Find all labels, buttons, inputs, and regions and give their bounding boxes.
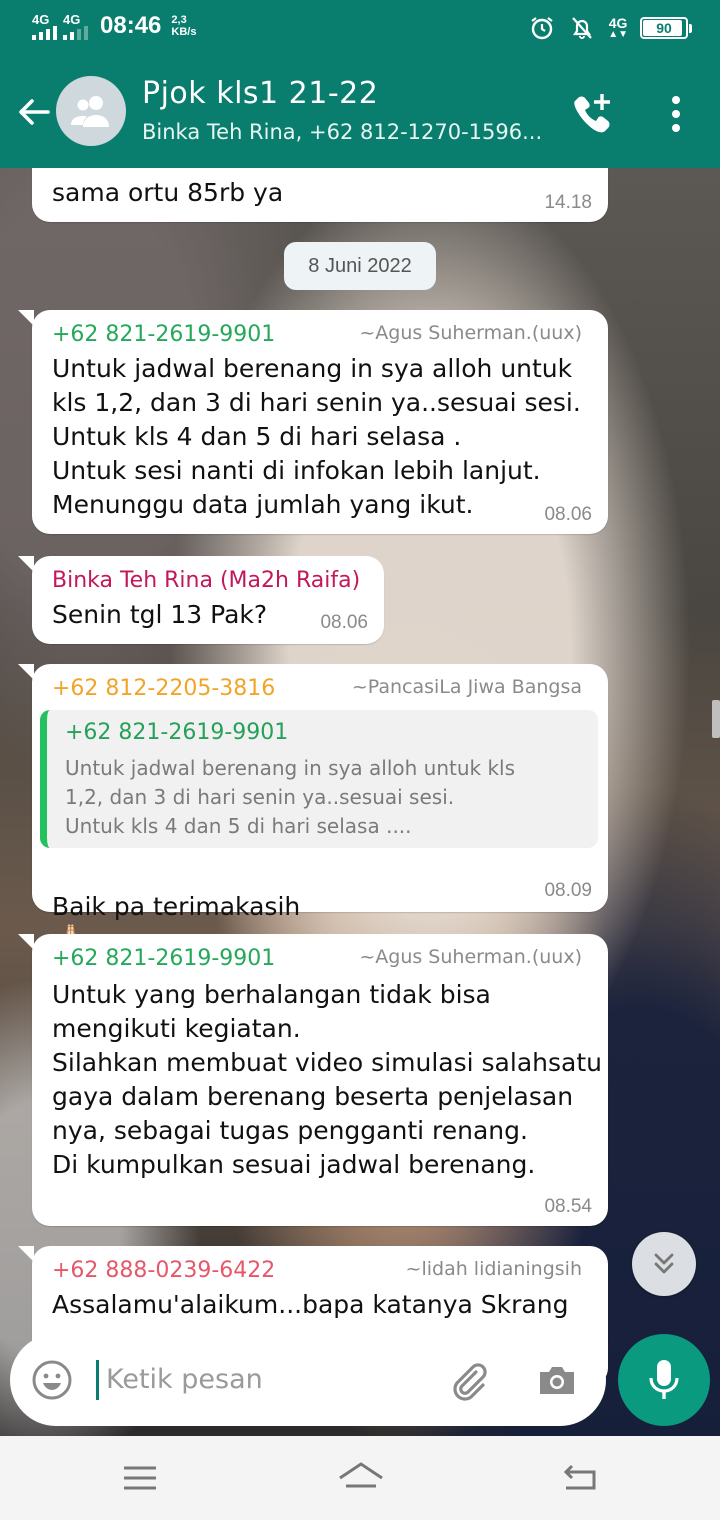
scroll-down-button[interactable] — [632, 1232, 696, 1296]
message-bubble[interactable]: +62 821-2619-9901 ~Agus Suherman.(uux) U… — [18, 934, 608, 1226]
alarm-icon — [528, 14, 556, 42]
message-time: 08.09 — [544, 880, 592, 901]
message-bubble[interactable]: +62 812-2205-3816 ~PancasiLa Jiwa Bangsa… — [18, 664, 608, 958]
microphone-button[interactable] — [618, 1334, 710, 1426]
chat-members[interactable]: Binka Teh Rina, +62 812-1270-1596... — [142, 120, 552, 144]
microphone-icon — [649, 1360, 679, 1399]
message-text: Assalamu'alaikum...bapa katanya Skrang — [52, 1290, 569, 1319]
quoted-message[interactable]: +62 821-2619-9901 Untuk jadwal berenang … — [40, 710, 598, 848]
message-text: sama ortu 85rb ya — [52, 178, 284, 207]
more-options-icon[interactable] — [660, 92, 692, 136]
chevron-double-down-icon — [654, 1253, 674, 1274]
scrollbar-thumb[interactable] — [712, 700, 720, 738]
lte-icon: 4G ▲▼ — [608, 15, 628, 40]
quoted-sender: +62 821-2619-9901 — [65, 720, 289, 745]
add-call-icon[interactable] — [568, 90, 616, 138]
group-avatar[interactable] — [56, 76, 126, 146]
message-text: Senin tgl 13 Pak? — [52, 600, 268, 629]
sender-alias: ~Agus Suherman.(uux) — [359, 322, 582, 344]
battery-level: 90 — [656, 20, 672, 36]
status-left: 4G 4G 08:46 2,3 KB/s — [32, 12, 196, 40]
home-icon[interactable] — [336, 1458, 383, 1498]
message-bubble[interactable]: +62 821-2619-9901 ~Agus Suherman.(uux) U… — [18, 310, 608, 534]
sender-name[interactable]: Binka Teh Rina (Ma2h Raifa) — [52, 568, 360, 593]
sender-alias: ~Agus Suherman.(uux) — [359, 946, 582, 968]
message-input[interactable]: Ketik pesan — [106, 1364, 263, 1395]
date-separator: 8 Juni 2022 — [284, 242, 436, 290]
status-bar: 4G 4G 08:46 2,3 KB/s 4G ▲▼ 90 — [0, 0, 720, 56]
sender-alias: ~lidah lidianingsih — [405, 1258, 582, 1280]
chat-title[interactable]: Pjok kls1 21-22 — [142, 76, 378, 111]
sim2-signal: 4G — [63, 13, 88, 40]
message-time: 14.18 — [544, 192, 592, 213]
system-nav-bar — [0, 1436, 720, 1520]
message-time: 08.06 — [544, 504, 592, 525]
emoji-icon[interactable] — [30, 1358, 74, 1402]
text-cursor — [96, 1360, 99, 1400]
message-bubble[interactable]: Binka Teh Rina (Ma2h Raifa) Senin tgl 13… — [18, 556, 384, 644]
sim1-signal: 4G — [32, 13, 57, 40]
quoted-text: Untuk jadwal berenang in sya alloh untuk… — [65, 756, 516, 838]
back-icon[interactable] — [558, 1458, 602, 1498]
menu-icon[interactable] — [118, 1458, 162, 1498]
app-header: 4G 4G 08:46 2,3 KB/s 4G ▲▼ 90 Pjok kls1 … — [0, 0, 720, 168]
sim2-label: 4G — [63, 11, 81, 27]
battery-icon: 90 — [640, 17, 692, 39]
sender-phone[interactable]: +62 888-0239-6422 — [52, 1258, 275, 1283]
sender-phone[interactable]: +62 821-2619-9901 — [52, 322, 275, 347]
message-time: 08.54 — [544, 1196, 592, 1217]
sim1-label: 4G — [32, 11, 50, 27]
sender-alias: ~PancasiLa Jiwa Bangsa — [351, 676, 582, 698]
status-right: 4G ▲▼ 90 — [528, 14, 692, 42]
chat-area[interactable]: sama ortu 85rb ya 14.18 8 Juni 2022 +62 … — [0, 168, 720, 1436]
back-arrow-icon[interactable] — [14, 92, 54, 132]
group-icon — [71, 96, 109, 127]
camera-icon[interactable] — [534, 1358, 580, 1404]
network-speed: 2,3 KB/s — [171, 13, 197, 38]
sender-phone[interactable]: +62 812-2205-3816 — [52, 676, 275, 701]
message-text: Untuk jadwal berenang in sya alloh untuk… — [52, 354, 581, 519]
clock: 08:46 — [100, 12, 162, 39]
message-text: Untuk yang berhalangan tidak bisa mengik… — [52, 980, 602, 1179]
mute-bell-icon — [568, 14, 596, 42]
paperclip-icon[interactable] — [446, 1358, 492, 1404]
message-bubble[interactable]: sama ortu 85rb ya 14.18 — [32, 168, 608, 222]
message-composer: Ketik pesan — [10, 1334, 606, 1426]
sender-phone[interactable]: +62 821-2619-9901 — [52, 946, 275, 971]
message-time: 08.06 — [320, 612, 368, 633]
